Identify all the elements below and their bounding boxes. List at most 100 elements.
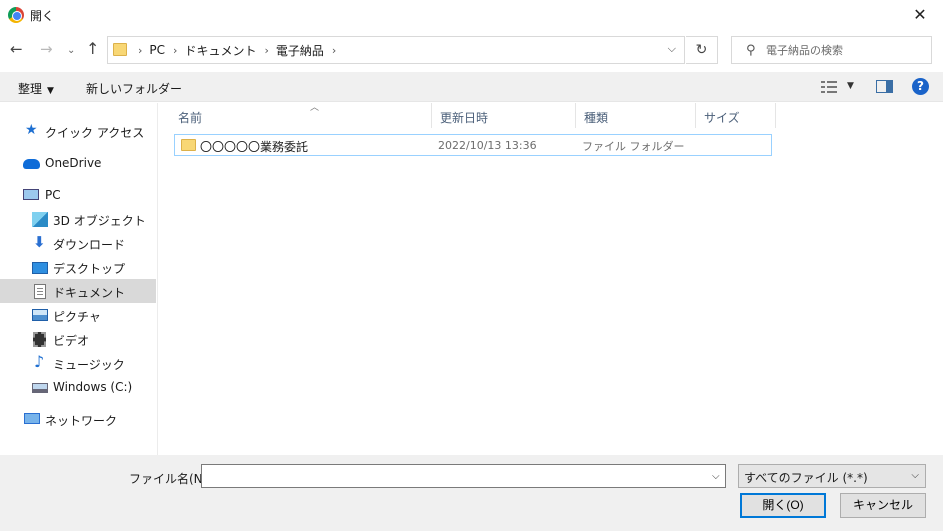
sidebar-item-label: ネットワーク	[45, 414, 118, 428]
organize-button[interactable]: 整理 ▼	[18, 80, 54, 97]
sidebar-item-label: OneDrive	[45, 156, 102, 170]
drive-icon	[32, 383, 48, 393]
film-icon	[33, 332, 46, 347]
column-header-label: 種類	[584, 111, 609, 125]
file-list: ︿ 名前 更新日時 種類 サイズ 〇〇〇〇〇業務委託 2022/10/13 13…	[158, 103, 943, 455]
organize-label: 整理	[18, 82, 43, 96]
sidebar-item-pictures[interactable]: ピクチャ	[0, 303, 156, 327]
chevron-down-icon: ⌵	[667, 42, 676, 55]
breadcrumb-item-pc[interactable]: PC	[149, 43, 165, 57]
address-bar[interactable]: › PC › ドキュメント › 電子納品 › ⌵	[107, 36, 685, 64]
chevron-down-icon: ⌄	[67, 45, 76, 56]
filename-input[interactable]	[201, 464, 726, 488]
document-icon	[34, 284, 46, 299]
recent-locations-button[interactable]: ⌄	[67, 43, 75, 59]
command-bar: 整理 ▼ 新しいフォルダー ▼ ?	[0, 72, 943, 102]
sidebar-item-label: 3D オブジェクト	[53, 214, 146, 228]
filetype-selected: すべてのファイル (*.*)	[744, 471, 868, 485]
sidebar-item-label: PC	[45, 188, 61, 202]
file-name: 〇〇〇〇〇業務委託	[200, 140, 309, 154]
sidebar-item-label: Windows (C:)	[53, 380, 133, 394]
arrow-up-icon: ↑	[86, 39, 100, 58]
bottom-panel: ファイル名(N): ⌵ すべてのファイル (*.*) ⌵ 開く(O) キャンセル	[0, 455, 943, 531]
filename-dropdown-button[interactable]: ⌵	[712, 471, 720, 482]
search-box[interactable]: ⚲	[731, 36, 932, 64]
filetype-select[interactable]: すべてのファイル (*.*) ⌵	[738, 464, 926, 488]
chevron-right-icon[interactable]: ›	[173, 44, 177, 57]
column-header-size[interactable]: サイズ	[696, 103, 776, 128]
caret-down-icon[interactable]: ▼	[847, 81, 854, 91]
open-button[interactable]: 開く(O)	[740, 493, 826, 518]
close-button[interactable]: ✕	[897, 0, 943, 30]
refresh-button[interactable]: ↻	[686, 36, 718, 64]
sidebar-item-network[interactable]: ネットワーク	[0, 407, 156, 431]
folder-icon	[113, 43, 127, 56]
title-bar: 開く ✕	[0, 0, 943, 30]
folder-icon	[181, 139, 196, 151]
arrow-right-icon: →	[40, 40, 53, 58]
help-icon[interactable]: ?	[912, 78, 929, 95]
chevron-down-icon: ⌵	[712, 471, 720, 482]
filename-label: ファイル名(N):	[129, 472, 212, 486]
chevron-right-icon: ›	[138, 43, 143, 57]
star-icon: ★	[25, 122, 38, 138]
sidebar-item-label: デスクトップ	[53, 262, 126, 276]
column-header-name[interactable]: ︿ 名前	[170, 103, 432, 128]
up-button[interactable]: ↑	[86, 41, 99, 57]
breadcrumb-item-documents[interactable]: ドキュメント	[184, 42, 256, 59]
chrome-icon	[8, 7, 24, 23]
column-header-label: 名前	[178, 111, 203, 125]
sidebar-item-label: ダウンロード	[53, 238, 126, 252]
cancel-button[interactable]: キャンセル	[840, 493, 926, 518]
refresh-icon: ↻	[695, 42, 708, 58]
list-item[interactable]: 〇〇〇〇〇業務委託 2022/10/13 13:36 ファイル フォルダー	[174, 134, 772, 156]
forward-button[interactable]: →	[40, 41, 53, 57]
navigation-bar: ← → ⌄ ↑ › PC › ドキュメント › 電子納品 › ⌵ ↻ ⚲	[0, 30, 943, 70]
sidebar-item-label: ミュージック	[53, 358, 125, 372]
sidebar-item-label: ピクチャ	[53, 310, 101, 324]
window-title: 開く	[30, 9, 55, 23]
sort-ascending-icon: ︿	[310, 103, 320, 113]
column-header-label: 更新日時	[440, 111, 489, 125]
file-type: ファイル フォルダー	[582, 140, 685, 153]
sidebar-item-label: ビデオ	[53, 334, 90, 348]
column-header-modified[interactable]: 更新日時	[432, 103, 576, 128]
breadcrumb: › PC › ドキュメント › 電子納品 ›	[130, 37, 343, 63]
sidebar-item-windows-c[interactable]: Windows (C:)	[0, 375, 156, 399]
cube-icon	[32, 212, 48, 227]
sidebar-item-onedrive[interactable]: OneDrive	[0, 151, 156, 175]
column-header-label: サイズ	[704, 111, 740, 125]
chevron-right-icon[interactable]: ›	[264, 44, 268, 57]
chevron-right-icon[interactable]: ›	[332, 44, 336, 57]
breadcrumb-item-current[interactable]: 電子納品	[276, 42, 324, 59]
new-folder-button[interactable]: 新しいフォルダー	[86, 80, 182, 97]
music-note-icon: ♪	[34, 352, 45, 371]
view-options-icon[interactable]	[821, 81, 837, 93]
file-modified: 2022/10/13 13:36	[438, 139, 537, 152]
navigation-pane: ★ クイック アクセス OneDrive PC 3D オブジェクト ⬇ ダウンロ…	[0, 103, 158, 455]
preview-pane-icon[interactable]	[876, 80, 893, 93]
caret-down-icon: ▼	[47, 86, 54, 96]
arrow-left-icon: ←	[10, 40, 23, 58]
sidebar-item-downloads[interactable]: ⬇ ダウンロード	[0, 231, 156, 255]
address-dropdown-button[interactable]: ⌵	[668, 42, 676, 56]
sidebar-item-videos[interactable]: ビデオ	[0, 327, 156, 351]
sidebar-item-label: クイック アクセス	[45, 126, 145, 140]
network-icon	[24, 413, 40, 424]
picture-icon	[32, 309, 48, 321]
desktop-icon	[32, 262, 48, 274]
sidebar-item-desktop[interactable]: デスクトップ	[0, 255, 156, 279]
column-header-type[interactable]: 種類	[576, 103, 696, 128]
sidebar-item-pc[interactable]: PC	[0, 183, 156, 207]
sidebar-item-3d-objects[interactable]: 3D オブジェクト	[0, 207, 156, 231]
close-icon: ✕	[913, 5, 927, 24]
sidebar-item-documents[interactable]: ドキュメント	[0, 279, 156, 303]
cloud-icon	[23, 159, 40, 169]
search-input[interactable]	[766, 38, 926, 62]
download-icon: ⬇	[33, 233, 46, 251]
chevron-down-icon: ⌵	[911, 470, 919, 481]
sidebar-item-music[interactable]: ♪ ミュージック	[0, 351, 156, 375]
computer-icon	[23, 189, 39, 200]
sidebar-item-quick-access[interactable]: ★ クイック アクセス	[0, 119, 156, 143]
back-button[interactable]: ←	[10, 41, 23, 57]
